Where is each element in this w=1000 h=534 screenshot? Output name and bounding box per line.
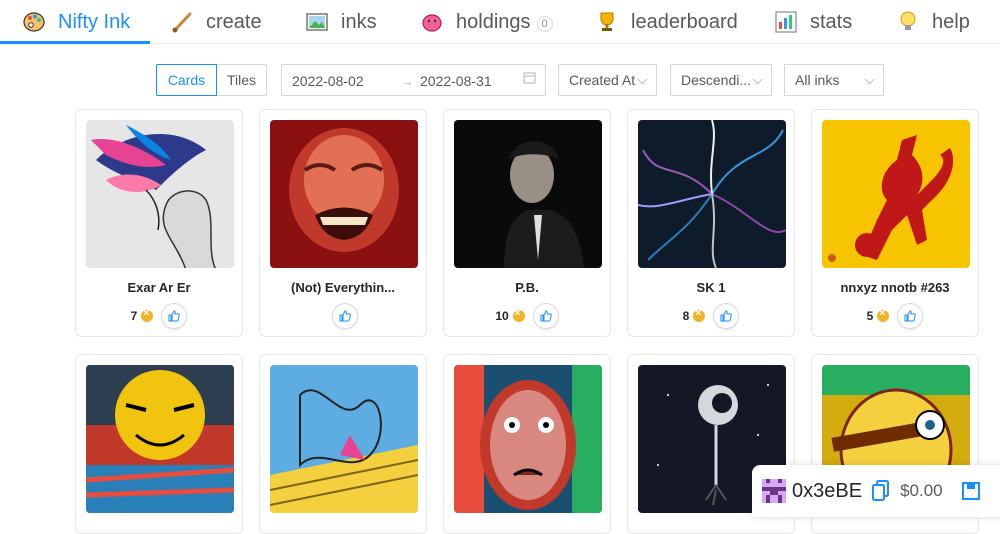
- nav-item-create[interactable]: create: [170, 0, 262, 44]
- like-count: 7: [130, 309, 138, 323]
- trophy-icon: [595, 10, 619, 34]
- view-cards-button[interactable]: Cards: [156, 64, 217, 96]
- like-button[interactable]: [161, 303, 188, 329]
- ink-title[interactable]: SK 1: [628, 280, 794, 295]
- ink-artwork[interactable]: [86, 120, 234, 268]
- ink-filter-value: All inks: [795, 72, 840, 88]
- thumbs-up-icon: [339, 310, 351, 322]
- piggy-bank-icon: [420, 10, 444, 34]
- chevron-down-icon: [752, 74, 763, 85]
- ink-stats: 8: [628, 303, 794, 329]
- wallet-address[interactable]: 0x3eBE: [792, 480, 862, 503]
- sort-field-select[interactable]: Created At: [558, 64, 657, 96]
- ink-card[interactable]: SK 1 8: [627, 109, 795, 337]
- identicon-avatar[interactable]: [762, 479, 786, 503]
- holdings-count-badge: 0: [536, 16, 553, 32]
- sort-order-value: Descendi...: [681, 72, 752, 88]
- calendar-icon: [523, 71, 536, 87]
- like-count: 5: [866, 309, 874, 323]
- nav-item-leaderboard[interactable]: leaderboard: [595, 0, 738, 44]
- picture-icon: [305, 10, 329, 34]
- date-end-input[interactable]: 2022-08-31: [420, 73, 492, 89]
- like-button[interactable]: [897, 303, 924, 329]
- sort-field-value: Created At: [569, 72, 636, 88]
- nav-label: create: [206, 10, 262, 33]
- nav-item-help[interactable]: help: [896, 0, 970, 44]
- thumbs-up-icon: [540, 310, 552, 322]
- ink-filter-select[interactable]: All inks: [784, 64, 884, 96]
- coin-icon: [877, 308, 890, 322]
- ink-title[interactable]: Exar Ar Er: [76, 280, 242, 295]
- ink-artwork[interactable]: [454, 365, 602, 513]
- chevron-down-icon: [864, 74, 875, 85]
- nav-item-stats[interactable]: stats: [774, 0, 852, 44]
- save-icon[interactable]: [961, 481, 981, 501]
- nav-label: Nifty Ink: [58, 10, 131, 33]
- nav-label: holdings: [456, 10, 531, 33]
- nav-label: leaderboard: [631, 10, 738, 33]
- date-range-picker[interactable]: 2022-08-02 → 2022-08-31: [281, 64, 546, 96]
- palette-icon: [22, 10, 46, 34]
- like-button[interactable]: [713, 303, 740, 329]
- arrow-right-icon: →: [400, 73, 414, 89]
- ink-card[interactable]: (Not) Everythin...: [259, 109, 427, 337]
- wallet-widget: 0x3eBE $0.00: [752, 465, 1000, 517]
- bar-chart-icon: [774, 10, 798, 34]
- nav-label: stats: [810, 10, 853, 33]
- ink-card[interactable]: Exar Ar Er 7: [75, 109, 243, 337]
- ink-card[interactable]: nnxyz nnotb #263 5: [811, 109, 979, 337]
- ink-artwork[interactable]: [454, 120, 602, 268]
- nav-label: inks: [341, 10, 377, 33]
- coin-icon: [141, 308, 154, 322]
- thumbs-up-icon: [168, 310, 181, 322]
- ink-card[interactable]: [75, 354, 243, 534]
- chevron-down-icon: [637, 74, 648, 85]
- nav-item-holdings[interactable]: holdings 0: [420, 0, 553, 44]
- wallet-balance: $0.00: [900, 481, 943, 500]
- ink-card[interactable]: [443, 354, 611, 534]
- ink-artwork[interactable]: [270, 365, 418, 513]
- ink-title[interactable]: P.B.: [444, 280, 610, 295]
- brush-icon: [170, 10, 194, 34]
- ink-stats: 10: [444, 303, 610, 329]
- ink-stats: 7: [76, 303, 242, 329]
- nav-item-nifty-ink[interactable]: Nifty Ink: [22, 0, 130, 44]
- view-tiles-button[interactable]: Tiles: [216, 64, 267, 96]
- sort-order-select[interactable]: Descendi...: [670, 64, 772, 96]
- ink-card[interactable]: P.B. 10: [443, 109, 611, 337]
- active-tab-indicator: [0, 41, 150, 44]
- lightbulb-icon: [896, 10, 920, 34]
- copy-icon[interactable]: [872, 480, 890, 502]
- ink-card[interactable]: [259, 354, 427, 534]
- ink-title[interactable]: (Not) Everythin...: [260, 280, 426, 295]
- ink-stats: [260, 303, 426, 329]
- like-button[interactable]: [532, 303, 559, 329]
- coin-icon: [693, 308, 706, 322]
- ink-stats: 5: [812, 303, 978, 329]
- coin-icon: [512, 308, 525, 322]
- nav-item-inks[interactable]: inks: [305, 0, 377, 44]
- ink-artwork[interactable]: [822, 120, 970, 268]
- top-nav: Nifty Ink create inks holdings 0 leaderb…: [0, 0, 1000, 44]
- like-count: 10: [495, 309, 509, 323]
- ink-artwork[interactable]: [638, 120, 786, 268]
- thumbs-up-icon: [904, 310, 917, 322]
- ink-artwork[interactable]: [86, 365, 234, 513]
- date-start-input[interactable]: 2022-08-02: [292, 73, 364, 89]
- ink-title[interactable]: nnxyz nnotb #263: [812, 280, 978, 295]
- nav-label: help: [932, 10, 970, 33]
- thumbs-up-icon: [720, 310, 733, 322]
- like-button[interactable]: [332, 303, 358, 329]
- like-count: 8: [682, 309, 690, 323]
- ink-artwork[interactable]: [270, 120, 418, 268]
